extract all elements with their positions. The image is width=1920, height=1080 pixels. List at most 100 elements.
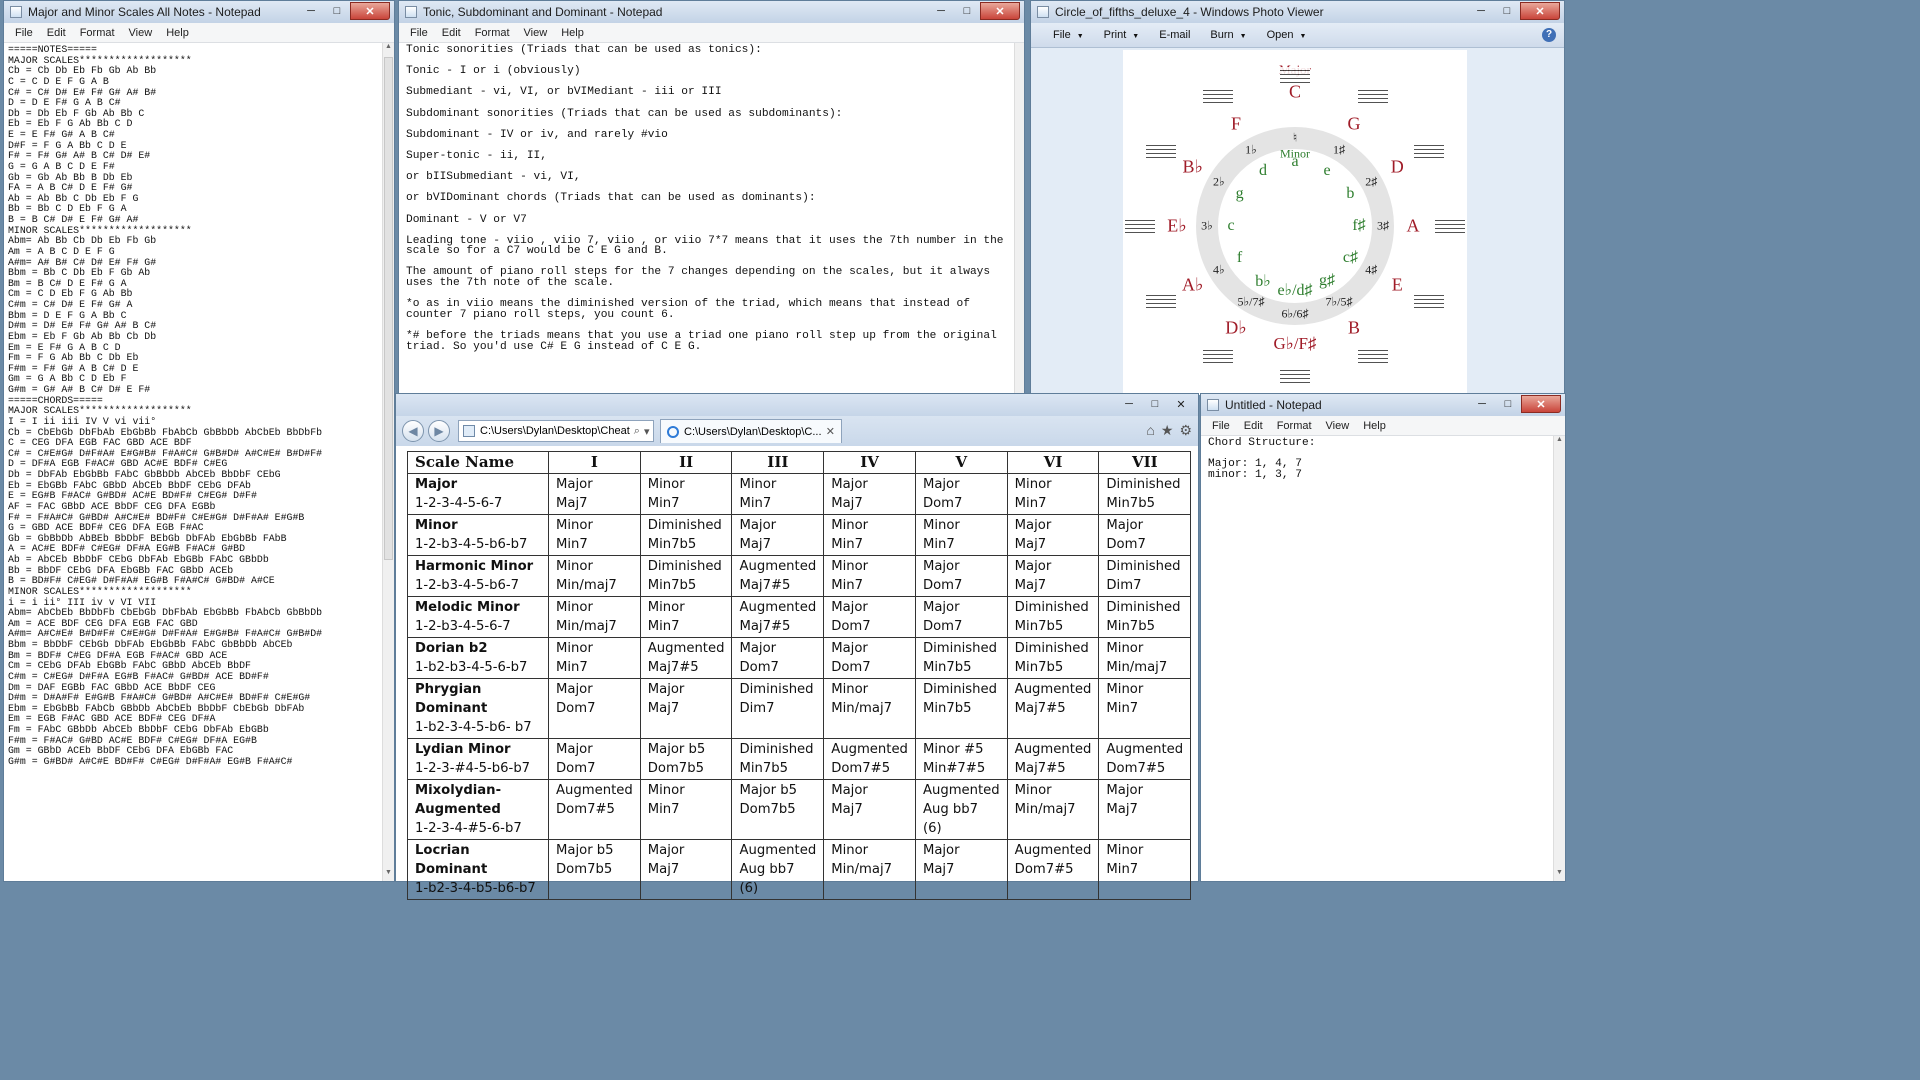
close-button[interactable]: ✕ [1168,395,1194,413]
chord-cell: Minor Min/maj7 [1098,637,1192,679]
major-key-label: G♭/F♯ [1273,334,1317,353]
home-icon[interactable]: ⌂ [1146,422,1154,439]
open-menu[interactable]: Open ▼ [1259,29,1319,41]
chord-cell: Augmented Dom7#5 [1098,738,1192,780]
menu-file[interactable]: File [1205,420,1237,432]
title-bar[interactable]: Untitled - Notepad ─ □ ✕ [1201,394,1565,416]
vertical-scrollbar[interactable]: ▲ ▼ [1553,436,1565,881]
forward-arrow-icon[interactable]: ▶ [428,420,450,442]
chord-quality: Major b5 [739,783,798,798]
maximize-button[interactable]: □ [954,2,980,20]
text-editor[interactable]: Chord Structure: Major: 1, 4, 7 minor: 1… [1201,436,1565,876]
scroll-up-arrow[interactable]: ▲ [383,43,394,55]
chord-symbol: Min/maj7 [831,862,893,877]
settings-gear-icon[interactable]: ⚙ [1179,422,1192,439]
menu-format[interactable]: Format [1270,420,1319,432]
chevron-down-icon: ▼ [1239,33,1247,40]
chord-quality: Diminished [739,742,814,757]
menu-format[interactable]: Format [73,27,122,39]
chord-symbol: Min7 [647,496,680,511]
title-bar[interactable]: Circle_of_fifths_deluxe_4 - Windows Phot… [1031,1,1564,23]
chord-symbol: Dom7#5 [556,802,615,817]
text-editor[interactable]: =====NOTES===== MAJOR SCALES************… [4,43,394,881]
menu-file[interactable]: File [403,27,435,39]
menu-view[interactable]: View [1319,420,1357,432]
minimize-button[interactable]: ─ [1469,395,1495,413]
browser-tab[interactable]: C:\Users\Dylan\Desktop\C... ✕ [660,419,842,443]
photo-display-area: Major Minor CGDAEBG♭/F♯D♭A♭E♭B♭Faebf♯c♯g… [1031,48,1564,395]
menu-file[interactable]: File [8,27,40,39]
chord-quality: Augmented [831,742,908,757]
help-icon[interactable]: ? [1542,28,1556,42]
minor-key-label: g [1235,185,1244,202]
menu-help[interactable]: Help [159,27,196,39]
chord-quality: Minor [647,477,685,492]
title-bar[interactable]: Major and Minor Scales All Notes - Notep… [4,1,394,23]
key-signature-staff [1414,292,1445,310]
chord-quality: Major [556,742,593,757]
close-button[interactable]: ✕ [1520,2,1560,20]
print-menu[interactable]: Print ▼ [1096,29,1152,41]
file-menu[interactable]: File ▼ [1045,29,1096,41]
title-bar[interactable]: Tonic, Subdominant and Dominant - Notepa… [399,1,1024,23]
key-signature-staff [1202,87,1233,106]
scroll-down-arrow[interactable]: ▼ [1554,869,1565,881]
search-icon[interactable]: ⌕ [634,425,640,438]
vertical-scrollbar[interactable] [1014,43,1024,394]
chord-quality: Major b5 [556,843,614,858]
chevron-down-icon[interactable]: ▾ [644,425,650,438]
close-button[interactable]: ✕ [350,2,390,20]
address-bar[interactable]: C:\Users\Dylan\Desktop\Cheat ⌕ ▾ ↻ [458,420,654,442]
minimize-button[interactable]: ─ [1468,2,1494,20]
back-arrow-icon[interactable]: ◀ [402,420,424,442]
chord-quality: Augmented [556,783,633,798]
chord-quality: Major [922,559,960,574]
close-button[interactable]: ✕ [1521,395,1561,413]
chord-cell: Minor #5 Min#7#5 [914,738,1008,780]
scroll-down-arrow[interactable]: ▼ [383,869,394,881]
chord-cell: Major Dom7 [548,738,641,780]
minor-key-label: c♯ [1342,249,1358,266]
chord-symbol: Min7 [831,578,863,593]
chord-cell: Minor Min/maj7 [1006,779,1100,840]
menu-help[interactable]: Help [554,27,591,39]
scale-name-cell: Melodic Minor 1-2-b3-4-5-6-7 [407,596,549,638]
text-editor[interactable]: Tonic sonorities (Triads that can be use… [399,43,1024,393]
burn-menu[interactable]: Burn ▼ [1202,29,1258,41]
menu-view[interactable]: View [517,27,555,39]
vertical-scrollbar[interactable]: ▲ ▼ [382,43,394,881]
minor-key-label: c [1227,217,1235,234]
accidental-count-label: 2♯ [1365,174,1378,189]
chord-quality: Major [831,783,868,798]
header-i: I [548,451,641,474]
scale-formula: 1-b2-3-4-b5-b6-b7 [415,881,536,896]
page-content: Scale Name I II III IV V VI VII Major 1-2… [396,446,1198,900]
email-button[interactable]: E-mail [1151,29,1202,41]
address-text[interactable]: C:\Users\Dylan\Desktop\Cheat [480,425,630,437]
minimize-button[interactable]: ─ [298,2,324,20]
close-tab-icon[interactable]: ✕ [826,425,835,438]
minimize-button[interactable]: ─ [928,2,954,20]
chord-symbol: Maj7 [1014,537,1047,552]
favorites-star-icon[interactable]: ★ [1161,422,1174,439]
accidental-count-label: 1♭ [1245,142,1257,157]
chord-cell: Major Dom7 [731,637,825,679]
menu-view[interactable]: View [122,27,160,39]
title-bar[interactable]: ─ □ ✕ [396,394,1198,416]
maximize-button[interactable]: □ [1494,2,1520,20]
menu-help[interactable]: Help [1356,420,1393,432]
menu-edit[interactable]: Edit [435,27,468,39]
menu-edit[interactable]: Edit [1237,420,1270,432]
scroll-up-arrow[interactable]: ▲ [1554,436,1565,448]
menu-format[interactable]: Format [468,27,517,39]
maximize-button[interactable]: □ [324,2,350,20]
menu-edit[interactable]: Edit [40,27,73,39]
minimize-button[interactable]: ─ [1116,395,1142,413]
scrollbar-thumb[interactable] [384,57,393,560]
maximize-button[interactable]: □ [1495,395,1521,413]
refresh-icon[interactable]: ↻ [653,425,654,438]
close-button[interactable]: ✕ [980,2,1020,20]
maximize-button[interactable]: □ [1142,395,1168,413]
chord-symbol: Min/maj7 [556,619,617,634]
chord-quality: Minor [1106,682,1144,697]
